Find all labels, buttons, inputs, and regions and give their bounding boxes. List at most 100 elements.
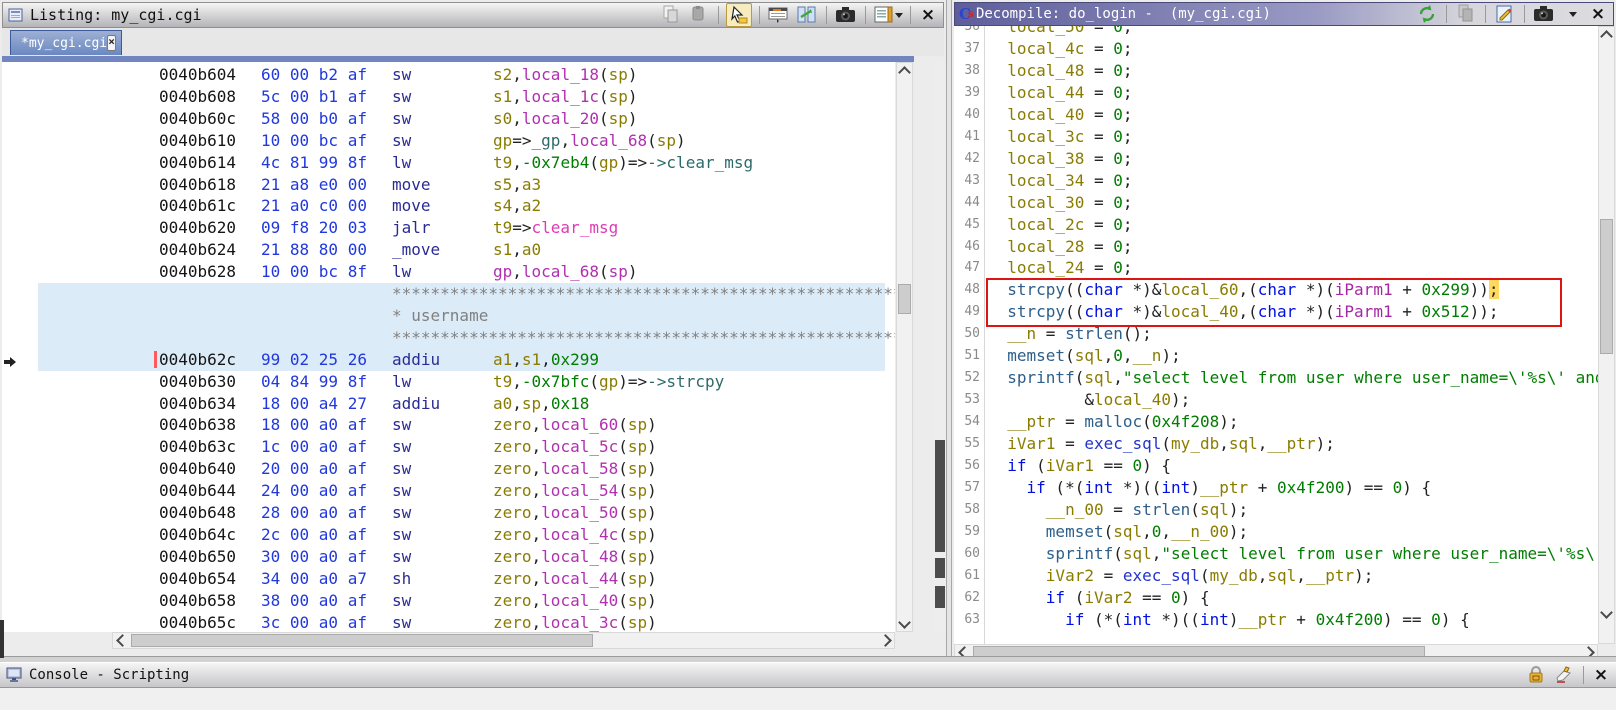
operand-field[interactable]: t9,-0x7eb4(gp)=>->clear_msg [493,152,753,174]
listing-row[interactable]: 0040b6085c 00 b1 afsws1,local_1c(sp) [38,86,885,108]
listing-row[interactable]: 0040b65c3c 00 a0 afswzero,local_3c(sp) [38,612,885,633]
code-text[interactable]: local_28 = 0; [988,236,1133,258]
decompile-line[interactable]: 53 &local_40); [954,389,1598,411]
code-text[interactable]: __n_00 = strlen(sql); [988,499,1248,521]
operand-field[interactable]: s1,a0 [493,239,541,261]
operand-field[interactable]: zero,local_3c(sp) [493,612,657,633]
operand-field[interactable]: a1,s1,0x299 [493,349,599,371]
code-text[interactable]: local_44 = 0; [988,82,1133,104]
scroll-left-icon[interactable] [113,633,128,648]
decompile-line[interactable]: 59 memset(sql,0,__n_00); [954,521,1598,543]
decompile-line[interactable]: 40 local_40 = 0; [954,104,1598,126]
code-text[interactable]: if (*(int *)((int)__ptr + 0x4f200) == 0)… [988,477,1431,499]
listing-row[interactable]: 0040b64c2c 00 a0 afswzero,local_4c(sp) [38,524,885,546]
code-text[interactable]: local_48 = 0; [988,60,1133,82]
edit-notes-icon[interactable] [1493,3,1517,25]
decompile-line[interactable]: 37 local_4c = 0; [954,38,1598,60]
scroll-down-icon[interactable] [1599,606,1614,621]
code-text[interactable]: memset(sql,0,__n); [988,345,1181,367]
listing-row[interactable]: 0040b61c21 a0 c0 00moves4,a2 [38,195,885,217]
close-icon[interactable]: × [918,5,938,25]
listing-vertical-scrollbar[interactable] [896,62,913,632]
operand-field[interactable]: zero,local_44(sp) [493,568,657,590]
decompile-line[interactable]: 60 sprintf(sql,"select level from user w… [954,543,1598,565]
code-text[interactable]: local_38 = 0; [988,148,1133,170]
listing-row[interactable]: 0040b63418 00 a4 27addiua0,sp,0x18 [38,393,885,415]
listing-row[interactable]: 0040b65434 00 a0 a7shzero,local_44(sp) [38,568,885,590]
operand-field[interactable]: s1,local_1c(sp) [493,86,638,108]
paste-icon[interactable] [687,4,711,26]
tab-my-cgi-cgi[interactable]: *my_cgi.cgi × [10,30,122,55]
decompile-view[interactable]: 36 local_50 = 0;37 local_4c = 0;38 local… [954,26,1598,644]
listing-row[interactable]: 0040b63004 84 99 8flwt9,-0x7bfc(gp)=>->s… [38,371,885,393]
decompile-line[interactable]: 58 __n_00 = strlen(sql); [954,499,1598,521]
code-text[interactable]: if (iVar1 == 0) { [988,455,1171,477]
listing-comment-row[interactable]: ****************************************… [38,327,885,349]
operand-field[interactable]: gp,local_68(sp) [493,261,638,283]
decompile-line[interactable]: 42 local_38 = 0; [954,148,1598,170]
operand-field[interactable]: zero,local_60(sp) [493,414,657,436]
close-icon[interactable]: × [1591,665,1611,685]
decompile-line[interactable]: 36 local_50 = 0; [954,26,1598,38]
listing-row[interactable]: 0040b65030 00 a0 afswzero,local_48(sp) [38,546,885,568]
listing-row[interactable]: 0040b62421 88 80 00_moves1,a0 [38,239,885,261]
listing-row[interactable]: 0040b61821 a8 e0 00moves5,a3 [38,174,885,196]
lock-icon[interactable] [1524,664,1548,686]
code-text[interactable]: memset(sql,0,__n_00); [988,521,1248,543]
code-text[interactable]: local_4c = 0; [988,38,1133,60]
code-text[interactable]: local_24 = 0; [988,257,1133,279]
operand-field[interactable]: gp=>_gp,local_68(sp) [493,130,686,152]
code-text[interactable]: iVar2 = exec_sql(my_db,sql,__ptr); [988,565,1373,587]
decompile-line[interactable]: 62 if (iVar2 == 0) { [954,587,1598,609]
listing-horizontal-scrollbar[interactable] [112,632,895,649]
tab-close-icon[interactable]: × [107,35,116,51]
scroll-right-icon[interactable] [879,633,894,648]
refresh-icon[interactable] [1415,3,1439,25]
listing-row[interactable]: 0040b64020 00 a0 afswzero,local_58(sp) [38,458,885,480]
code-text[interactable]: local_30 = 0; [988,192,1133,214]
decompile-line[interactable]: 51 memset(sql,0,__n); [954,345,1598,367]
snapshot-camera-icon[interactable] [1532,3,1556,25]
code-text[interactable]: iVar1 = exec_sql(my_db,sql,__ptr); [988,433,1335,455]
listing-row[interactable]: 0040b62810 00 bc 8flwgp,local_68(sp) [38,261,885,283]
code-text[interactable]: &local_40); [988,389,1190,411]
listing-row[interactable]: 0040b63818 00 a0 afswzero,local_60(sp) [38,414,885,436]
scroll-thumb[interactable] [1600,219,1613,354]
operand-field[interactable]: zero,local_50(sp) [493,502,657,524]
operand-field[interactable]: zero,local_4c(sp) [493,524,657,546]
listing-comment-row[interactable]: * username * [38,305,885,327]
fields-edit-icon[interactable] [767,4,791,26]
code-text[interactable]: if (*(int *)((int)__ptr + 0x4f200) == 0)… [988,609,1470,631]
listing-row[interactable]: 0040b63c1c 00 a0 afswzero,local_5c(sp) [38,436,885,458]
listing-row[interactable]: 0040b62c99 02 25 26addiua1,s1,0x299 [38,349,885,371]
code-text[interactable]: local_3c = 0; [988,126,1133,148]
scroll-thumb[interactable] [898,284,911,314]
cursor-tool-icon[interactable] [726,3,752,27]
code-text[interactable]: local_34 = 0; [988,170,1133,192]
listing-row[interactable]: 0040b64424 00 a0 afswzero,local_54(sp) [38,480,885,502]
operand-field[interactable]: s0,local_20(sp) [493,108,638,130]
scroll-down-icon[interactable] [897,616,912,631]
operand-field[interactable]: s2,local_18(sp) [493,64,638,86]
listing-view[interactable]: 0040b60460 00 b2 afsws2,local_18(sp)0040… [2,62,895,632]
operand-field[interactable]: zero,local_40(sp) [493,590,657,612]
decompile-line[interactable]: 55 iVar1 = exec_sql(my_db,sql,__ptr); [954,433,1598,455]
decompile-line[interactable]: 44 local_30 = 0; [954,192,1598,214]
decompile-vertical-scrollbar[interactable] [1598,26,1615,644]
code-text[interactable]: __ptr = malloc(0x4f208); [988,411,1238,433]
decompile-line[interactable]: 61 iVar2 = exec_sql(my_db,sql,__ptr); [954,565,1598,587]
decompile-line[interactable]: 54 __ptr = malloc(0x4f208); [954,411,1598,433]
code-text[interactable]: sprintf(sql,"select level from user wher… [988,543,1598,565]
operand-field[interactable]: zero,local_48(sp) [493,546,657,568]
decompile-line[interactable]: 47 local_24 = 0; [954,257,1598,279]
decompile-line[interactable]: 56 if (iVar1 == 0) { [954,455,1598,477]
clear-eraser-icon[interactable] [1552,664,1576,686]
code-text[interactable]: local_2c = 0; [988,214,1133,236]
listing-row[interactable]: 0040b61010 00 bc afswgp=>_gp,local_68(sp… [38,130,885,152]
dropdown-arrow-icon[interactable] [1560,3,1584,25]
snapshot-camera-icon[interactable] [834,4,858,26]
listing-row[interactable]: 0040b60c58 00 b0 afsws0,local_20(sp) [38,108,885,130]
listing-comment-row[interactable]: ****************************************… [38,283,885,305]
operand-field[interactable]: s5,a3 [493,174,541,196]
decompile-line[interactable]: 38 local_48 = 0; [954,60,1598,82]
